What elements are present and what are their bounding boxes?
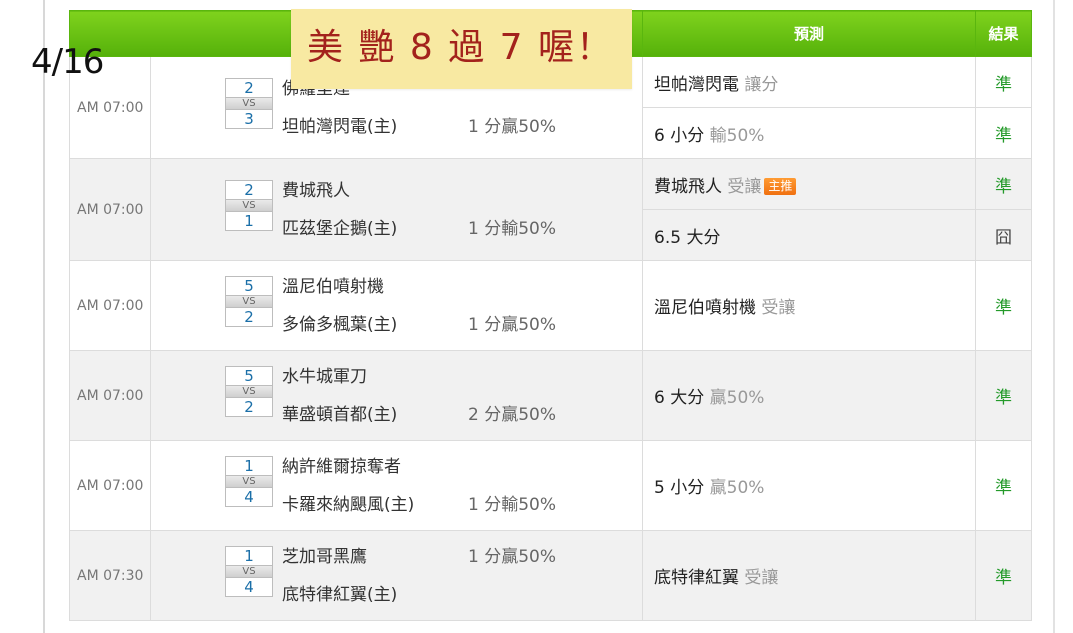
prediction-pick: 6 大分 — [654, 388, 705, 408]
prediction-note: 贏50% — [709, 478, 765, 498]
result-cell: 準 — [975, 56, 1032, 108]
result-cell: 準 — [975, 260, 1032, 351]
prediction-pick: 6 小分 — [654, 125, 705, 146]
away-score: 1 — [225, 546, 273, 566]
home-team: 底特律紅翼(主) — [282, 585, 398, 605]
table-row: AM 07:00 2 VS 1 費城飛人匹茲堡企鵝(主) 1 分輸50% 費城飛人 受讓 主推… — [69, 158, 1032, 261]
vs-label: VS — [225, 566, 273, 577]
score-box: 2 VS 1 — [225, 180, 273, 231]
game-cell: 5 VS 2 水牛城軍刀華盛頓首都(主) 2 分贏50% — [150, 350, 643, 441]
home-team: 卡羅來納颶風(主) — [282, 495, 415, 515]
game-cell: 1 VS 4 芝加哥黑鷹底特律紅翼(主) 1 分贏50% — [150, 530, 643, 621]
vs-label: VS — [225, 296, 273, 307]
score-box: 2 VS 3 — [225, 78, 273, 129]
away-team: 費城飛人 — [282, 181, 350, 201]
home-score: 3 — [225, 109, 273, 129]
prediction-pick: 溫尼伯噴射機 — [654, 298, 756, 318]
prediction-note: 受讓 — [744, 568, 779, 588]
prediction-pick: 坦帕灣閃電 — [654, 74, 739, 95]
home-team: 匹茲堡企鵝(主) — [282, 219, 398, 239]
vs-label: VS — [225, 476, 273, 487]
home-team: 坦帕灣閃電(主) — [282, 117, 398, 137]
prediction-pick: 費城飛人 — [654, 176, 722, 197]
header-prediction: 預測 — [642, 10, 976, 57]
score-box: 1 VS 4 — [225, 456, 273, 507]
prediction-pick: 底特律紅翼 — [654, 568, 739, 588]
game-cell: 2 VS 1 費城飛人匹茲堡企鵝(主) 1 分輸50% — [150, 158, 643, 261]
game-time: AM 07:00 — [69, 350, 151, 441]
handicap-result: 1 分贏50% — [468, 117, 557, 137]
prediction-cell: 溫尼伯噴射機 受讓 — [642, 260, 976, 351]
result-cell: 準 — [975, 530, 1032, 621]
away-team: 芝加哥黑鷹 — [282, 547, 367, 567]
page-right-border — [1053, 0, 1055, 633]
home-team: 多倫多楓葉(主) — [282, 315, 398, 335]
vs-label: VS — [225, 200, 273, 211]
table-row: AM 07:00 5 VS 2 溫尼伯噴射機 多倫多楓葉(主) 1 分贏50% 溫尼伯噴射機 … — [69, 260, 1032, 351]
vs-label: VS — [225, 98, 273, 109]
result-cell: 準 — [975, 107, 1032, 159]
home-score: 4 — [225, 577, 273, 597]
handicap-result: 1 分輸50% — [468, 219, 557, 239]
away-team: 溫尼伯噴射機 — [282, 277, 384, 297]
game-time: AM 07:00 — [69, 158, 151, 261]
handicap-result: 2 分贏50% — [468, 405, 557, 425]
prediction-note: 受讓 — [727, 176, 762, 197]
result-cell: 準 — [975, 158, 1032, 210]
away-team: 水牛城軍刀 — [282, 367, 367, 387]
prediction-note: 贏50% — [709, 388, 765, 408]
result-cell: 準 — [975, 350, 1032, 441]
handicap-result: 1 分輸50% — [468, 495, 557, 515]
prediction-pick: 6.5 大分 — [654, 227, 721, 248]
game-cell: 1 VS 4 納許維爾掠奪者 卡羅來納颶風(主) 1 分輸50% — [150, 440, 643, 531]
prediction-cell: 6 小分 輸50% — [642, 107, 976, 159]
score-box: 1 VS 4 — [225, 546, 273, 597]
game-time: AM 07:00 — [69, 260, 151, 351]
prediction-table: 預測 結果 AM 07:00 2 VS 3 佛羅里達 坦帕灣閃電(主) 1 分贏50% 坦帕灣… — [69, 10, 1032, 621]
result-cell: 準 — [975, 440, 1032, 531]
game-cell: 5 VS 2 溫尼伯噴射機 多倫多楓葉(主) 1 分贏50% — [150, 260, 643, 351]
prediction-cell: 坦帕灣閃電 讓分 — [642, 56, 976, 108]
handicap-result: 1 分贏50% — [468, 315, 557, 335]
prediction-note: 受讓 — [761, 298, 796, 318]
home-score: 4 — [225, 487, 273, 507]
away-score: 5 — [225, 276, 273, 296]
game-time: AM 07:30 — [69, 530, 151, 621]
table-row: AM 07:00 1 VS 4 納許維爾掠奪者 卡羅來納颶風(主) 1 分輸50% 5 小分 … — [69, 440, 1032, 531]
table-row: AM 07:30 1 VS 4 芝加哥黑鷹底特律紅翼(主) 1 分贏50% 底特律紅翼 受讓… — [69, 530, 1032, 621]
home-team: 華盛頓首都(主) — [282, 405, 398, 425]
home-score: 2 — [225, 307, 273, 327]
header-result: 結果 — [975, 10, 1032, 57]
featured-pick-badge: 主推 — [764, 177, 797, 195]
prediction-cell: 5 小分 贏50% — [642, 440, 976, 531]
away-score: 5 — [225, 366, 273, 386]
home-score: 2 — [225, 397, 273, 417]
prediction-cell: 6.5 大分 — [642, 209, 976, 261]
score-box: 5 VS 2 — [225, 276, 273, 327]
result-cell: 囧 — [975, 209, 1032, 261]
away-score: 1 — [225, 456, 273, 476]
away-score: 2 — [225, 180, 273, 200]
prediction-note: 讓分 — [744, 74, 779, 95]
promo-banner: 美 艷 8 過 7 喔！ — [291, 9, 632, 89]
table-row: AM 07:00 5 VS 2 水牛城軍刀華盛頓首都(主) 2 分贏50% 6 大分 贏50… — [69, 350, 1032, 441]
away-team: 納許維爾掠奪者 — [282, 457, 401, 477]
prediction-cell: 底特律紅翼 受讓 — [642, 530, 976, 621]
prediction-cell: 費城飛人 受讓 主推 — [642, 158, 976, 210]
prediction-cell: 6 大分 贏50% — [642, 350, 976, 441]
home-score: 1 — [225, 211, 273, 231]
score-box: 5 VS 2 — [225, 366, 273, 417]
vs-label: VS — [225, 386, 273, 397]
date-label: 4/16 — [31, 42, 104, 82]
handicap-result: 1 分贏50% — [468, 547, 557, 567]
page-left-border — [43, 0, 45, 633]
prediction-note: 輸50% — [709, 125, 765, 146]
game-time: AM 07:00 — [69, 440, 151, 531]
away-score: 2 — [225, 78, 273, 98]
prediction-pick: 5 小分 — [654, 478, 705, 498]
